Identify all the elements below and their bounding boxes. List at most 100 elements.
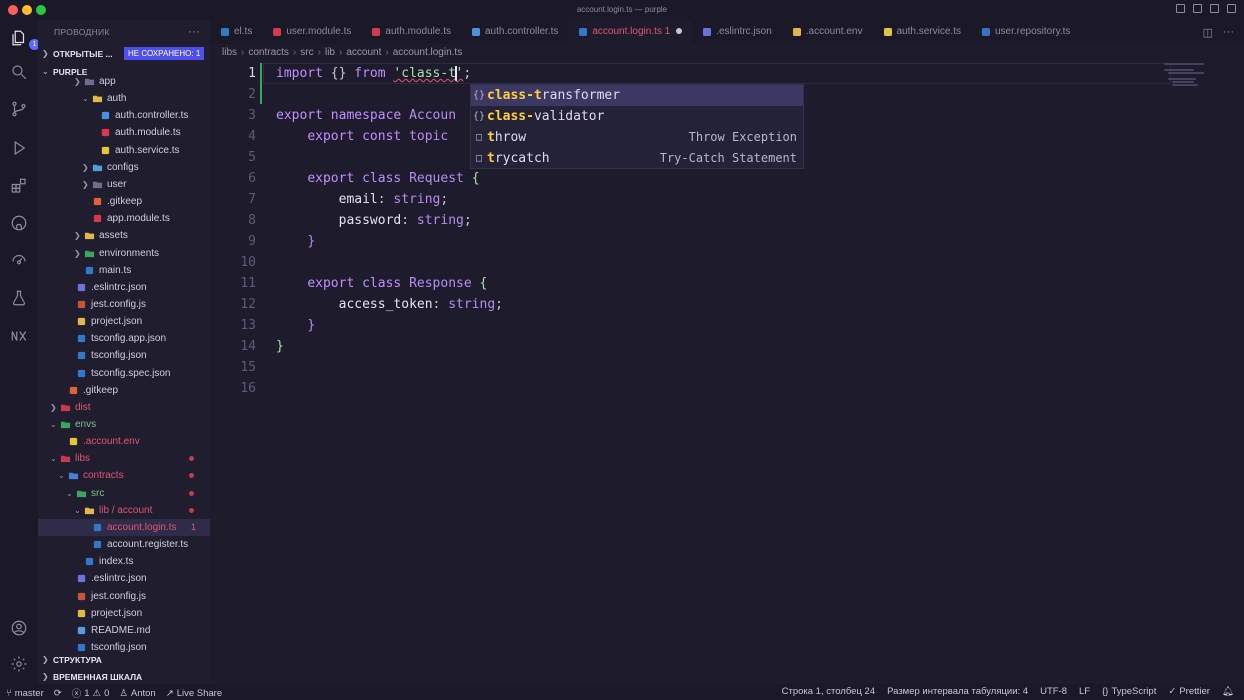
sync-button[interactable]: ⟳ xyxy=(54,686,62,700)
prettier-status[interactable]: ✓ Prettier xyxy=(1168,686,1210,697)
editor-tab[interactable]: el.ts xyxy=(210,20,262,44)
breadcrumb: libs › contracts › src › lib › account › account.l… xyxy=(222,47,462,58)
problems-indicator[interactable]: ⓧ 1 ⚠ 0 xyxy=(72,686,110,700)
source-control-icon[interactable] xyxy=(9,99,29,119)
github-icon[interactable] xyxy=(9,213,29,233)
breadcrumb-item[interactable]: lib xyxy=(325,47,335,58)
editor-tab[interactable]: user.module.ts xyxy=(262,20,361,44)
tab-size[interactable]: Размер интервала табуляции: 4 xyxy=(887,686,1028,697)
git-branch-icon: ⑂ xyxy=(6,687,12,699)
tree-file[interactable]: auth.controller.ts xyxy=(38,107,210,124)
editor-tab[interactable]: .account.env xyxy=(782,20,873,44)
code-line-1[interactable]: import {} from 'class-t'; xyxy=(276,63,471,84)
tree-folder[interactable]: ❯ environments xyxy=(38,245,210,262)
account-icon[interactable] xyxy=(9,618,29,638)
tree-file[interactable]: tsconfig.json xyxy=(38,347,210,364)
breadcrumb-item[interactable]: contracts xyxy=(248,47,289,58)
tree-folder[interactable]: ⌄ auth xyxy=(38,90,210,107)
suggestion-item[interactable]: {} class-validator xyxy=(471,106,803,127)
code-line-9[interactable]: } xyxy=(276,231,315,252)
suggestion-item[interactable]: □ throw Throw Exception xyxy=(471,127,803,148)
tree-file[interactable]: jest.config.js xyxy=(38,296,210,313)
more-actions-icon[interactable]: ··· xyxy=(188,24,200,38)
tree-folder[interactable]: ❯ app xyxy=(38,73,210,90)
notifications-icon[interactable]: 🔔︎ xyxy=(1222,686,1234,697)
editor-tab[interactable]: .eslintrc.json xyxy=(692,20,782,44)
tree-folder[interactable]: ❯ configs xyxy=(38,159,210,176)
toggle-sidebar-icon[interactable] xyxy=(1176,4,1185,13)
tree-file[interactable]: .eslintrc.json xyxy=(38,570,210,587)
explorer-icon[interactable]: 1 xyxy=(9,28,40,50)
tree-folder[interactable]: ⌄ lib / account xyxy=(38,502,210,519)
remote-explorer-icon[interactable] xyxy=(9,250,29,270)
tree-folder[interactable]: ⌄ src xyxy=(38,485,210,502)
cursor-position[interactable]: Строка 1, столбец 24 xyxy=(782,686,876,697)
breadcrumb-item[interactable]: account.login.ts xyxy=(393,47,463,58)
suggestion-item[interactable]: □ trycatch Try-Catch Statement xyxy=(471,148,803,169)
extensions-icon[interactable] xyxy=(9,176,29,196)
tree-file[interactable]: account.login.ts 1 xyxy=(38,518,210,536)
breadcrumb-item[interactable]: libs xyxy=(222,47,237,58)
tree-file[interactable]: .gitkeep xyxy=(38,193,210,210)
suggestion-item[interactable]: {} class-transformer xyxy=(471,85,803,106)
code-line-7[interactable]: email: string; xyxy=(276,189,449,210)
tree-file[interactable]: jest.config.js xyxy=(38,588,210,605)
encoding[interactable]: UTF-8 xyxy=(1040,686,1067,697)
tree-folder[interactable]: ❯ assets xyxy=(38,227,210,244)
code-line-13[interactable]: } xyxy=(276,315,315,336)
branch-indicator[interactable]: ⑂ master xyxy=(6,686,44,700)
tree-file[interactable]: .gitkeep xyxy=(38,382,210,399)
editor-tab[interactable]: auth.module.ts xyxy=(361,20,461,44)
code-line-14[interactable]: } xyxy=(276,336,284,357)
tree-file[interactable]: account.register.ts xyxy=(38,536,210,553)
timeline-section[interactable]: ❯ ВРЕМЕННАЯ ШКАЛА xyxy=(38,669,210,684)
tree-file[interactable]: index.ts xyxy=(38,553,210,570)
tree-file[interactable]: tsconfig.spec.json xyxy=(38,365,210,382)
editor-tab[interactable]: auth.service.ts xyxy=(873,20,971,44)
tree-folder[interactable]: ⌄ contracts xyxy=(38,467,210,484)
open-editors-section[interactable]: ❯ ОТКРЫТЫЕ ... НЕ СОХРАНЕНО: 1 xyxy=(38,46,210,62)
code-line-12[interactable]: access_token: string; xyxy=(276,294,503,315)
tree-file[interactable]: tsconfig.app.json xyxy=(38,330,210,347)
tree-file[interactable]: project.json xyxy=(38,313,210,330)
live-share-button[interactable]: ↗ Live Share xyxy=(166,686,222,700)
toggle-secondary-sidebar-icon[interactable] xyxy=(1210,4,1219,13)
outline-section[interactable]: ❯ СТРУКТУРА xyxy=(38,652,210,668)
customize-layout-icon[interactable] xyxy=(1227,4,1236,13)
testing-icon[interactable] xyxy=(9,288,29,308)
tree-file[interactable]: main.ts xyxy=(38,262,210,279)
user-indicator[interactable]: ♙ Anton xyxy=(119,686,155,700)
tree-file[interactable]: .eslintrc.json xyxy=(38,279,210,296)
editor-tab[interactable]: auth.controller.ts xyxy=(461,20,568,44)
split-editor-icon[interactable]: ◫ xyxy=(1203,26,1213,39)
tree-file[interactable]: .account.env xyxy=(38,433,210,450)
code-line-6[interactable]: export class Request { xyxy=(276,168,479,189)
tree-file[interactable]: README.md xyxy=(38,622,210,639)
breadcrumb-item[interactable]: account xyxy=(346,47,381,58)
settings-gear-icon[interactable] xyxy=(9,654,29,674)
tree-file[interactable]: auth.module.ts xyxy=(38,124,210,141)
language-mode[interactable]: {} TypeScript xyxy=(1102,686,1156,697)
toggle-panel-icon[interactable] xyxy=(1193,4,1202,13)
editor-tab[interactable]: user.repository.ts xyxy=(971,20,1080,44)
line-ending[interactable]: LF xyxy=(1079,686,1090,697)
breadcrumb-item[interactable]: src xyxy=(300,47,313,58)
tree-file[interactable]: app.module.ts xyxy=(38,210,210,227)
code-line-3[interactable]: export namespace Accoun xyxy=(276,105,456,126)
minimap[interactable] xyxy=(1164,62,1224,87)
tree-folder[interactable]: ⌄ libs xyxy=(38,450,210,467)
more-actions-icon[interactable]: ··· xyxy=(1223,26,1234,39)
editor-tab[interactable]: account.login.ts 1 xyxy=(568,20,693,44)
code-editor[interactable]: 1 2 3 4 5 6 7 8 9 10 11 12 13 14 15 16 import {} from '… xyxy=(210,62,1244,684)
tree-folder[interactable]: ❯ user xyxy=(38,176,210,193)
run-debug-icon[interactable] xyxy=(9,138,29,158)
tree-file[interactable]: auth.service.ts xyxy=(38,142,210,159)
tree-folder[interactable]: ❯ dist xyxy=(38,399,210,416)
code-line-11[interactable]: export class Response { xyxy=(276,273,487,294)
search-icon[interactable] xyxy=(9,62,29,82)
tree-folder[interactable]: ⌄ envs xyxy=(38,416,210,433)
tree-file[interactable]: project.json xyxy=(38,605,210,622)
nx-console-icon[interactable] xyxy=(9,326,29,346)
code-line-4[interactable]: export const topic xyxy=(276,126,448,147)
code-line-8[interactable]: password: string; xyxy=(276,210,472,231)
